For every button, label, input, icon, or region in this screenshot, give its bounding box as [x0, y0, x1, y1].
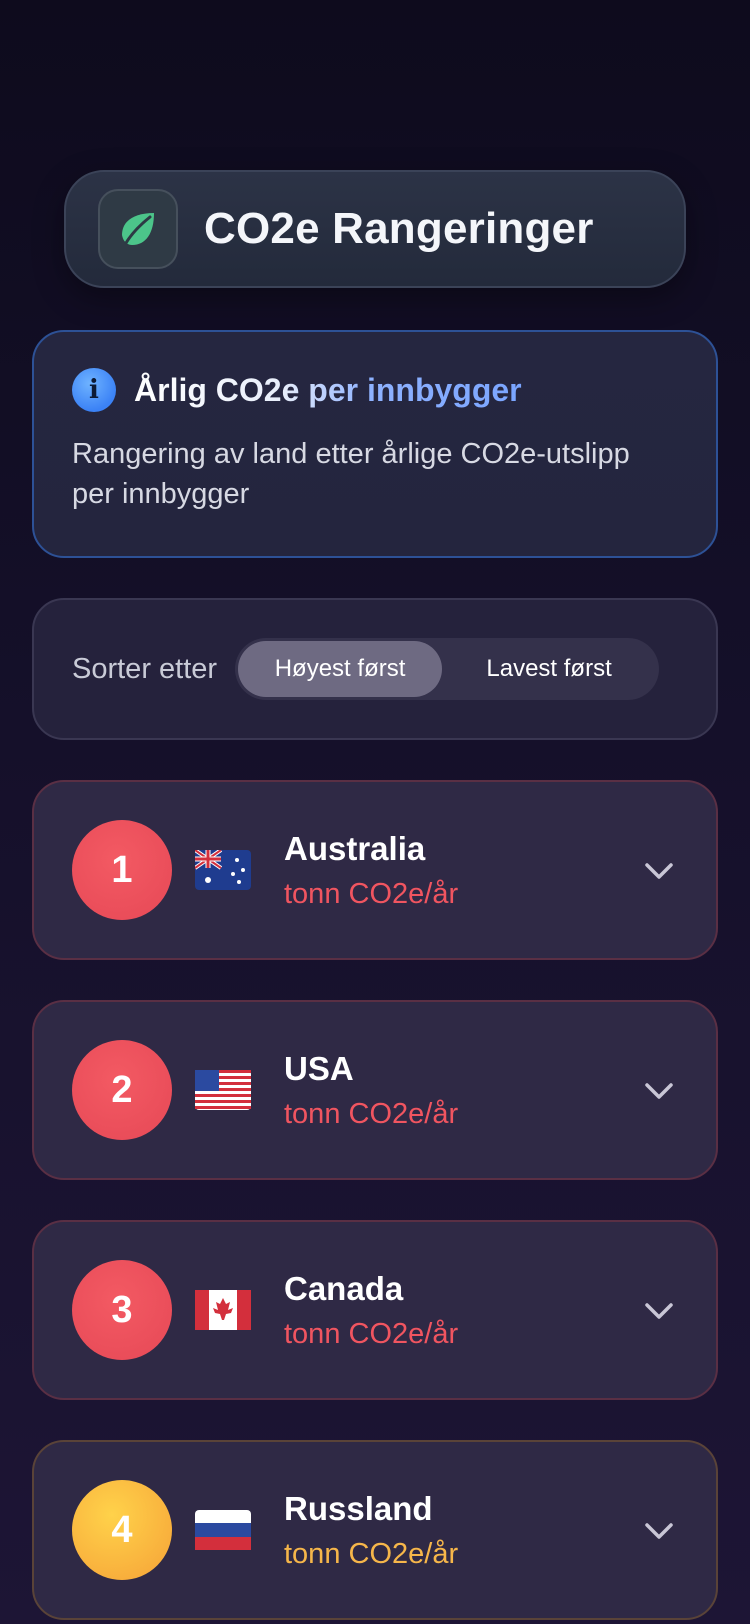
country-unit: tonn CO2e/år — [284, 1537, 459, 1570]
country-name: Russland — [284, 1489, 433, 1527]
info-card: i Årlig CO2e per innbygger Rangering av … — [32, 330, 718, 558]
chevron-down-icon[interactable] — [642, 854, 676, 888]
rank-badge: 2 — [72, 1040, 172, 1140]
country-name: USA — [284, 1049, 354, 1087]
rank-badge: 1 — [72, 820, 172, 920]
info-title: Årlig CO2e per innbygger — [134, 371, 522, 408]
country-unit: tonn CO2e/år — [284, 877, 459, 910]
russia-flag-icon — [194, 1508, 252, 1552]
canada-flag-icon — [194, 1288, 252, 1332]
info-icon: i — [72, 368, 116, 412]
country-unit: tonn CO2e/år — [284, 1317, 459, 1350]
leaf-icon — [98, 189, 178, 269]
app-header: CO2e Rangeringer — [64, 170, 686, 288]
country-card-canada[interactable]: 3 Canada tonn CO2e/år — [32, 1220, 718, 1400]
country-card-usa[interactable]: 2 USA tonn CO2e/år — [32, 1000, 718, 1180]
sort-option-highest-first[interactable]: Høyest først — [238, 641, 443, 697]
chevron-down-icon[interactable] — [642, 1074, 676, 1108]
sort-option-lowest-first[interactable]: Lavest først — [442, 641, 656, 697]
australia-flag-icon — [194, 848, 252, 892]
rank-badge: 3 — [72, 1260, 172, 1360]
sort-bar: Sorter etter Høyest først Lavest først — [32, 598, 718, 740]
country-card-russland[interactable]: 4 Russland tonn CO2e/år — [32, 1440, 718, 1620]
chevron-down-icon[interactable] — [642, 1514, 676, 1548]
country-unit: tonn CO2e/år — [284, 1097, 459, 1130]
country-name: Australia — [284, 829, 426, 867]
sort-segmented-control: Høyest først Lavest først — [235, 638, 660, 700]
country-card-australia[interactable]: 1 Australia tonn CO2e/år — [32, 780, 718, 960]
sort-label: Sorter etter — [72, 652, 218, 685]
country-name: Canada — [284, 1269, 404, 1307]
usa-flag-icon — [194, 1068, 252, 1112]
page-title: CO2e Rangeringer — [204, 204, 594, 253]
rank-badge: 4 — [72, 1480, 172, 1580]
info-description: Rangering av land etter årlige CO2e-utsl… — [72, 438, 630, 510]
chevron-down-icon[interactable] — [642, 1294, 676, 1328]
